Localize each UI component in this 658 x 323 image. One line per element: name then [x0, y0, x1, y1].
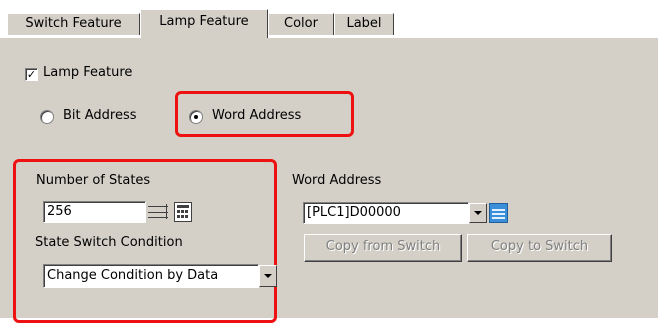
- lamp-feature-label: Lamp Feature: [43, 65, 133, 80]
- bit-address-radio[interactable]: [40, 110, 54, 124]
- state-switch-condition-select[interactable]: Change Condition by Data: [43, 264, 259, 288]
- word-address-highlight: [175, 91, 354, 137]
- lamp-feature-panel: ✓ Lamp Feature Bit Address Word Address …: [0, 37, 658, 323]
- condition-dropdown-button[interactable]: [259, 265, 277, 287]
- copy-from-switch-button[interactable]: Copy from Switch: [304, 234, 462, 262]
- word-address-input[interactable]: [PLC1]D00000: [303, 202, 469, 224]
- number-of-states-input[interactable]: 256: [43, 201, 146, 223]
- word-address-dropdown-button[interactable]: [469, 203, 487, 223]
- chevron-down-icon: [474, 211, 482, 215]
- tab-switch-feature[interactable]: Switch Feature: [7, 13, 140, 35]
- states-stepper[interactable]: [146, 201, 172, 223]
- tab-label[interactable]: Label: [334, 13, 394, 35]
- word-address-label: Word Address: [292, 173, 382, 188]
- bit-address-label: Bit Address: [63, 108, 137, 123]
- calculator-icon[interactable]: [174, 202, 192, 222]
- lamp-feature-checkbox[interactable]: ✓: [25, 68, 38, 81]
- keyboard-input-icon[interactable]: [489, 203, 508, 223]
- number-of-states-label: Number of States: [36, 173, 151, 188]
- tab-lamp-feature[interactable]: Lamp Feature: [140, 9, 268, 38]
- chevron-down-icon: [264, 274, 272, 278]
- state-switch-condition-label: State Switch Condition: [35, 235, 183, 250]
- copy-to-switch-button[interactable]: Copy to Switch: [467, 234, 612, 262]
- tab-color[interactable]: Color: [268, 13, 334, 35]
